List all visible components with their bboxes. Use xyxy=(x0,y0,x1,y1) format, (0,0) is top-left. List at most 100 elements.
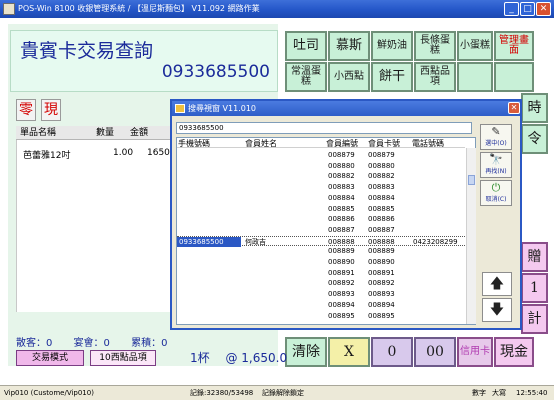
member-id-cell: 008879 xyxy=(328,151,355,159)
maximize-button[interactable]: □ xyxy=(520,2,535,16)
status-caps: 大寫 xyxy=(492,389,506,397)
management-screen-button[interactable]: 管理畫面 xyxy=(494,31,534,61)
table-row[interactable]: 008886 008886 xyxy=(177,214,465,224)
member-id-cell: 008890 xyxy=(328,258,355,266)
table-row[interactable]: 0933685500 何政吉 008888 008888 0423208299 xyxy=(177,235,465,247)
member-name-cell: 何政吉 xyxy=(245,237,266,246)
clear-button[interactable]: 清除 xyxy=(285,337,327,367)
cancel-button[interactable]: ⏻ 取消(C) xyxy=(480,180,512,206)
card-no-cell: 008895 xyxy=(368,311,395,320)
category-biscuit-button[interactable]: 餅干 xyxy=(371,62,413,92)
stats-line: 散客：0 宴會：0 累積：0 xyxy=(16,334,168,349)
cash-mode-button[interactable]: 現 xyxy=(41,99,61,121)
guest-count: 散客：0 xyxy=(16,338,53,349)
binoculars-icon: 🔭 xyxy=(489,153,503,166)
card-no-cell: 008892 xyxy=(368,279,395,288)
status-bar: Vip010 (Custome/Vip010) 記錄:32380/53498 記… xyxy=(0,385,554,400)
card-no-cell: 008888 xyxy=(368,237,395,246)
col-item-name: 單品名稱 xyxy=(20,128,57,138)
member-id-cell: 008893 xyxy=(328,290,355,299)
col-amount: 金額 xyxy=(130,128,149,138)
item-list-header: 單品名稱 數量 金額 xyxy=(16,126,176,140)
table-row[interactable]: 008883 008883 xyxy=(177,182,465,192)
card-no-cell: 008882 xyxy=(368,172,395,181)
query-phone: 0933685500 xyxy=(161,62,270,82)
category-cream-button[interactable]: 鮮奶油 xyxy=(371,31,413,61)
window-titlebar: POS-Win 8100 收銀管理系統 / 【溫尼斯麵包】 V11.092 網路… xyxy=(0,0,554,18)
card-no-cell: 008885 xyxy=(368,204,395,213)
category-toast-button[interactable]: 吐司 xyxy=(285,31,327,61)
select-button[interactable]: ✎ 選中(O) xyxy=(480,124,512,150)
member-id-cell: 008894 xyxy=(328,300,355,309)
close-button[interactable]: ✕ xyxy=(536,2,551,16)
table-row[interactable]: 008891 008891 xyxy=(177,268,465,278)
member-id-cell: 008884 xyxy=(328,193,355,202)
dialog-title: 搜尋視窗 V11.010 xyxy=(172,101,520,116)
double-zero-key-button[interactable]: 00 xyxy=(414,337,456,367)
member-id-cell: 008889 xyxy=(328,247,355,256)
empty-key-button[interactable] xyxy=(457,62,493,92)
table-row[interactable]: 008880 008880 xyxy=(177,161,465,171)
card-no-cell: 008889 xyxy=(368,247,395,256)
card-no-cell: 008887 xyxy=(368,225,395,234)
cash-button[interactable]: 現金 xyxy=(494,337,534,367)
table-row[interactable]: 008893 008893 xyxy=(177,289,465,299)
grid-scrollbar[interactable] xyxy=(466,148,476,324)
member-id-cell: 008883 xyxy=(328,183,355,192)
find-next-button[interactable]: 🔭 再找(N) xyxy=(480,152,512,178)
status-records: 記錄:32380/53498 xyxy=(190,389,254,397)
card-no-cell: 008890 xyxy=(368,258,395,266)
category-room-temp-cake-button[interactable]: 常溫蛋糕 xyxy=(285,62,327,92)
gift-button[interactable]: 贈 xyxy=(521,242,548,272)
member-id-cell: 008882 xyxy=(328,172,355,181)
status-time: 12:55:40 xyxy=(516,389,548,397)
card-no-cell: 008893 xyxy=(368,290,395,299)
minimize-button[interactable]: _ xyxy=(504,2,519,16)
zero-button[interactable]: 零 xyxy=(16,99,36,121)
table-row[interactable]: 008894 008894 xyxy=(177,300,465,310)
item-qty: 1.00 xyxy=(113,148,134,158)
member-id-cell: 008885 xyxy=(328,204,355,213)
subtotal-button[interactable]: 計 xyxy=(521,304,548,334)
card-no-cell: 008894 xyxy=(368,300,395,309)
category-small-cake-button[interactable]: 小蛋糕 xyxy=(457,31,493,61)
member-id-cell: 008895 xyxy=(328,311,355,320)
credit-card-button[interactable]: 信用卡 xyxy=(457,337,493,367)
table-row[interactable]: 008882 008882 xyxy=(177,171,465,181)
total-display: 1杯 @ 1,650.0 xyxy=(190,349,287,366)
table-row[interactable]: 008889 008889 xyxy=(177,246,465,256)
side-key-button[interactable]: 令 xyxy=(521,124,548,154)
multiply-button[interactable]: X xyxy=(328,337,370,367)
category-small-pastry-button[interactable]: 小西點 xyxy=(328,62,370,92)
status-numlock: 數字 xyxy=(472,389,486,397)
card-no-cell: 008879 xyxy=(368,151,395,159)
table-row[interactable]: 008879 008879 xyxy=(177,150,465,160)
category-long-cake-button[interactable]: 長條蛋糕 xyxy=(414,31,456,61)
search-input[interactable]: 0933685500 xyxy=(176,122,472,134)
member-id-cell: 008887 xyxy=(328,225,355,234)
scroll-down-button[interactable]: 🡇 xyxy=(482,298,512,322)
side-key-button[interactable]: 時 xyxy=(521,93,548,123)
table-row[interactable]: 008887 008887 xyxy=(177,225,465,235)
table-row[interactable]: 008895 008895 xyxy=(177,311,465,321)
zero-key-button[interactable]: 0 xyxy=(371,337,413,367)
side-key-button[interactable]: 1 xyxy=(521,273,548,303)
table-row[interactable]: 芭蕾雅12吋 1.00 1650.0 xyxy=(17,148,179,161)
scroll-up-button[interactable]: 🡅 xyxy=(482,272,512,296)
trade-mode-button[interactable]: 交易模式 xyxy=(16,350,84,366)
scroll-thumb[interactable] xyxy=(468,175,475,185)
category-pastry-items-button[interactable]: 西點品項 xyxy=(414,62,456,92)
west-items-button[interactable]: 10西點品項 xyxy=(90,350,156,366)
category-mousse-button[interactable]: 慕斯 xyxy=(328,31,370,61)
member-id-cell: 008892 xyxy=(328,279,355,288)
mobile-cell: 0933685500 xyxy=(179,237,224,246)
table-row[interactable]: 008884 008884 xyxy=(177,193,465,203)
table-row[interactable]: 008892 008892 xyxy=(177,278,465,288)
points-count: 累積：0 xyxy=(131,338,168,349)
table-row[interactable]: 008885 008885 xyxy=(177,204,465,214)
card-no-cell: 008884 xyxy=(368,193,395,202)
table-row[interactable]: 008890 008890 xyxy=(177,257,465,267)
empty-key-button[interactable] xyxy=(494,62,534,92)
dialog-close-button[interactable]: ✕ xyxy=(508,102,520,114)
item-list[interactable]: 芭蕾雅12吋 1.00 1650.0 xyxy=(16,140,179,312)
